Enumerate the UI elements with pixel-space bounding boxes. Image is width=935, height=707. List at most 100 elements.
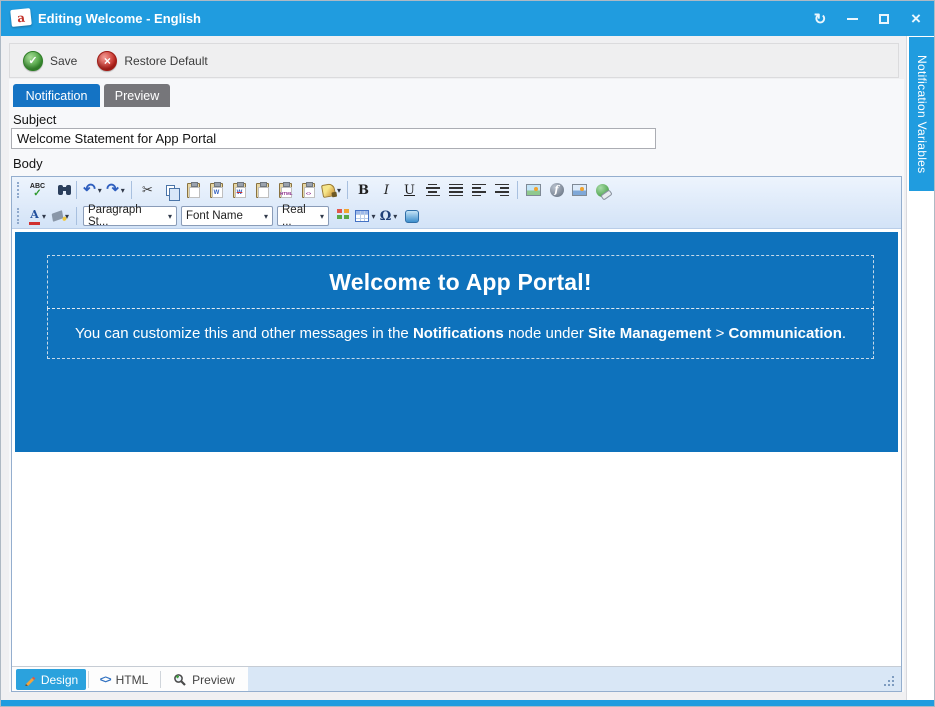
align-right-glyph <box>495 184 509 196</box>
paint-bucket-glyph <box>52 210 64 222</box>
body-label: Body <box>13 156 43 171</box>
window-controls: ↻ × <box>804 1 932 36</box>
cut-icon[interactable]: ✂ <box>136 179 159 201</box>
underline-glyph: U <box>404 183 415 198</box>
restore-default-button[interactable]: × Restore Default <box>97 51 207 71</box>
template-manager-icon[interactable] <box>400 205 423 227</box>
toolbar-separator <box>131 181 132 199</box>
toolbar-separator <box>76 181 77 199</box>
paste-from-word-nofont-icon[interactable]: W <box>228 179 251 201</box>
insert-table-icon[interactable] <box>354 205 377 227</box>
magnifier-icon <box>173 673 187 687</box>
flash-glyph: f <box>550 183 564 197</box>
media-glyph <box>572 184 587 196</box>
spellcheck-glyph: ABC ✓ <box>30 183 45 198</box>
font-color-glyph: A <box>29 208 40 225</box>
align-center-icon[interactable] <box>421 179 444 201</box>
editor-toolbar: ABC ✓ ↶ ↷ ✂ W W HTML <> <box>12 177 901 229</box>
toolbar-separator <box>517 181 518 199</box>
subject-label: Subject <box>13 112 56 127</box>
undo-icon[interactable]: ↶ <box>81 179 104 201</box>
binoculars-glyph <box>58 185 63 195</box>
clipboard-glyph <box>187 183 200 198</box>
table-grid-glyph <box>355 210 369 222</box>
format-painter-icon[interactable] <box>320 179 343 201</box>
mode-tab-html[interactable]: <> HTML <box>90 669 158 690</box>
clipboard-glyph: <> <box>302 183 315 198</box>
maximize-icon[interactable] <box>868 1 900 36</box>
insert-symbol-icon[interactable]: Ω <box>377 205 400 227</box>
mode-separator <box>160 671 161 688</box>
refresh-icon[interactable]: ↻ <box>804 1 836 36</box>
background-color-icon[interactable] <box>49 205 72 227</box>
copy-icon[interactable] <box>159 179 182 201</box>
mode-tab-design[interactable]: Design <box>16 669 86 690</box>
clipboard-glyph: W <box>233 183 246 198</box>
bold-glyph: B <box>358 183 369 198</box>
email-heading: Welcome to App Portal! <box>329 269 592 296</box>
subject-input[interactable] <box>11 128 656 149</box>
module-manager-icon[interactable] <box>331 205 354 227</box>
flash-manager-icon[interactable]: f <box>545 179 568 201</box>
app-logo-letter: a <box>16 10 25 25</box>
image-manager-icon[interactable] <box>522 179 545 201</box>
rich-text-editor: ABC ✓ ↶ ↷ ✂ W W HTML <> <box>11 176 902 692</box>
italic-icon[interactable]: I <box>375 179 398 201</box>
mode-design-label: Design <box>41 673 78 687</box>
paste-as-html-icon[interactable]: <> <box>297 179 320 201</box>
mode-preview-label: Preview <box>192 673 235 687</box>
copy-glyph <box>166 185 175 196</box>
bold-icon[interactable]: B <box>352 179 375 201</box>
paragraph-text: node under <box>504 325 588 342</box>
minimize-icon[interactable] <box>836 1 868 36</box>
right-panel-strip: Notification Variables <box>906 36 935 702</box>
scissors-glyph: ✂ <box>142 182 153 198</box>
redo-glyph: ↷ <box>106 183 119 197</box>
tab-preview[interactable]: Preview <box>104 84 170 107</box>
paragraph-bold-communication: Communication <box>729 325 842 342</box>
hyperlink-icon[interactable] <box>591 179 614 201</box>
align-left-glyph <box>472 184 486 196</box>
editor-toolbar-row-2: A Paragraph St... Font Name Real ... Ω <box>12 203 901 229</box>
titlebar: a Editing Welcome - English ↻ × <box>1 1 935 36</box>
toolbar-separator <box>347 181 348 199</box>
omega-glyph: Ω <box>380 209 392 224</box>
font-name-dropdown[interactable]: Font Name <box>181 206 273 226</box>
align-right-icon[interactable] <box>490 179 513 201</box>
font-color-icon[interactable]: A <box>26 205 49 227</box>
font-size-dropdown[interactable]: Real ... <box>277 206 329 226</box>
spellcheck-icon[interactable]: ABC ✓ <box>26 179 49 201</box>
align-left-icon[interactable] <box>467 179 490 201</box>
paragraph-style-dropdown[interactable]: Paragraph St... <box>83 206 177 226</box>
pencil-icon <box>24 674 36 686</box>
close-icon[interactable]: × <box>900 1 932 36</box>
email-content-boxes: Welcome to App Portal! You can customize… <box>47 255 874 359</box>
tab-notification[interactable]: Notification <box>13 84 100 107</box>
toolbar-drag-handle[interactable] <box>17 182 22 198</box>
save-button[interactable]: ✓ Save <box>23 51 77 71</box>
editor-content-area[interactable]: Welcome to App Portal! You can customize… <box>12 229 901 666</box>
justify-icon[interactable] <box>444 179 467 201</box>
find-icon[interactable] <box>49 179 72 201</box>
mode-tab-preview[interactable]: Preview <box>162 669 246 690</box>
email-body[interactable]: Welcome to App Portal! You can customize… <box>15 232 898 452</box>
paragraph-text: . <box>842 325 846 342</box>
clipboard-glyph: W <box>210 183 223 198</box>
paste-html-icon[interactable]: HTML <box>274 179 297 201</box>
paragraph-bold-notifications: Notifications <box>413 325 504 342</box>
font-name-value: Font Name <box>186 210 243 222</box>
content-panel: Notification Preview Subject Body ABC ✓ <box>9 79 904 692</box>
paste-plain-text-icon[interactable] <box>251 179 274 201</box>
email-paragraph-block[interactable]: You can customize this and other message… <box>47 308 874 359</box>
toolbar-drag-handle[interactable] <box>17 208 22 224</box>
notification-variables-tab[interactable]: Notification Variables <box>909 37 935 191</box>
paste-icon[interactable] <box>182 179 205 201</box>
underline-icon[interactable]: U <box>398 179 421 201</box>
email-title-block[interactable]: Welcome to App Portal! <box>47 255 874 309</box>
dialog-window: a Editing Welcome - English ↻ × ✓ Save ×… <box>0 0 935 707</box>
window-title: Editing Welcome - English <box>38 1 201 36</box>
resize-grip[interactable] <box>884 676 894 685</box>
media-manager-icon[interactable] <box>568 179 591 201</box>
paste-from-word-icon[interactable]: W <box>205 179 228 201</box>
redo-icon[interactable]: ↷ <box>104 179 127 201</box>
